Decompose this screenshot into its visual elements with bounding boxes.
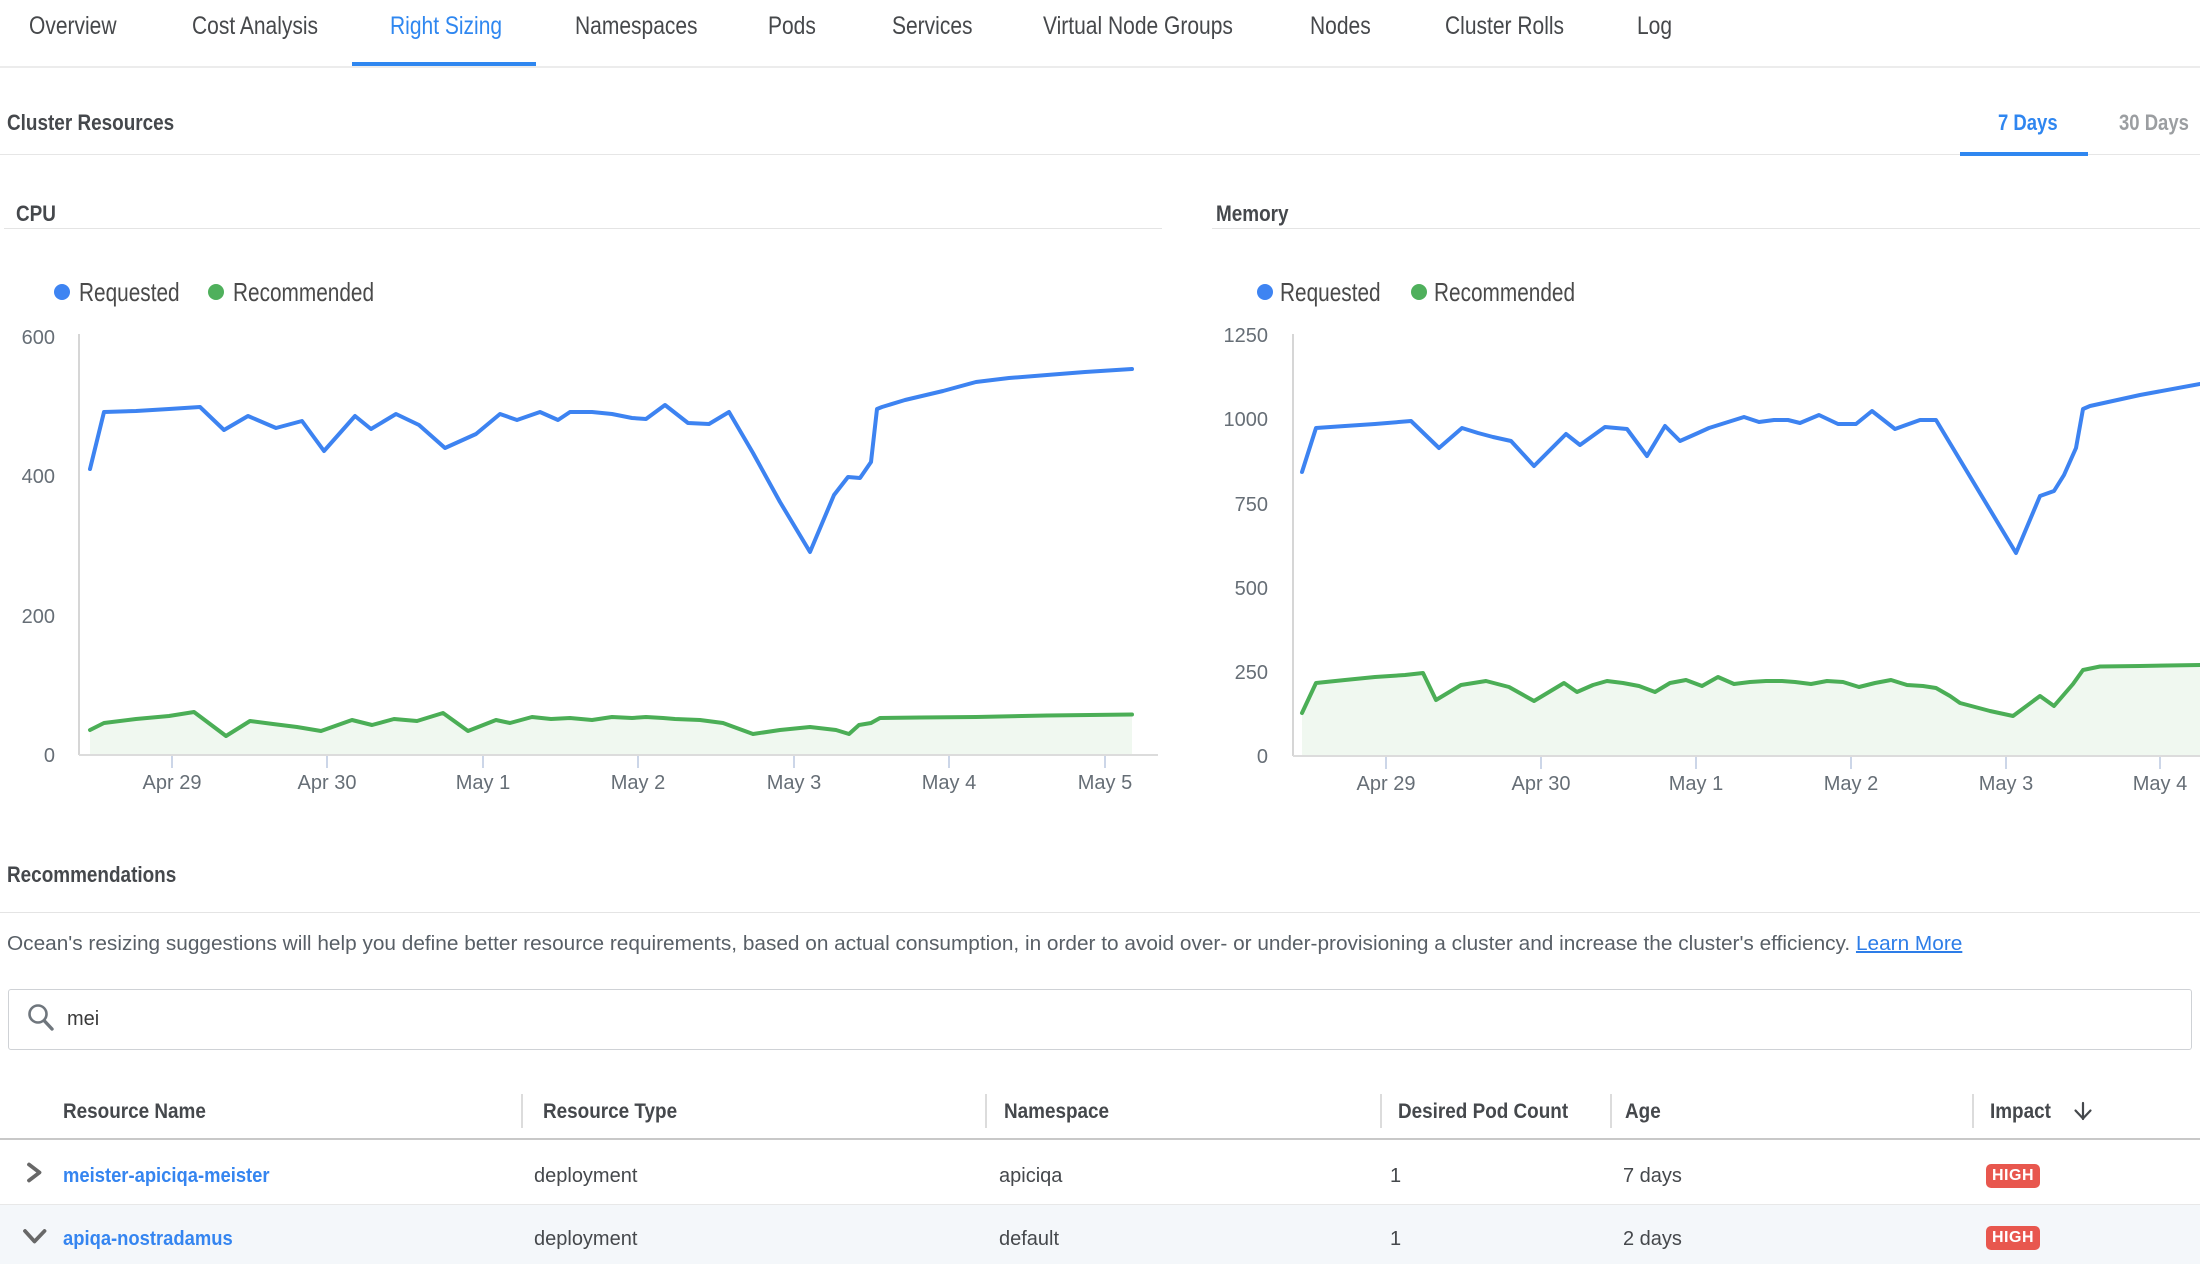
svg-text:1250: 1250 [1224, 325, 1269, 347]
svg-text:600: 600 [22, 327, 55, 349]
svg-text:May 2: May 2 [611, 772, 665, 794]
svg-text:400: 400 [22, 466, 55, 488]
svg-text:750: 750 [1235, 494, 1268, 516]
svg-text:May 3: May 3 [1979, 773, 2033, 795]
svg-text:May 1: May 1 [456, 772, 510, 794]
svg-text:May 4: May 4 [2133, 773, 2187, 795]
svg-text:May 1: May 1 [1669, 773, 1723, 795]
svg-text:Apr 29: Apr 29 [143, 772, 202, 794]
svg-text:0: 0 [1257, 746, 1268, 768]
svg-text:Apr 30: Apr 30 [1512, 773, 1571, 795]
svg-text:Apr 30: Apr 30 [298, 772, 357, 794]
svg-text:May 3: May 3 [767, 772, 821, 794]
svg-text:May 2: May 2 [1824, 773, 1878, 795]
svg-text:0: 0 [44, 745, 55, 767]
svg-text:1000: 1000 [1224, 409, 1269, 431]
svg-text:May 4: May 4 [922, 772, 976, 794]
svg-text:Apr 29: Apr 29 [1357, 773, 1416, 795]
svg-text:500: 500 [1235, 578, 1268, 600]
svg-text:200: 200 [22, 606, 55, 628]
svg-text:May 5: May 5 [1078, 772, 1132, 794]
svg-text:250: 250 [1235, 662, 1268, 684]
